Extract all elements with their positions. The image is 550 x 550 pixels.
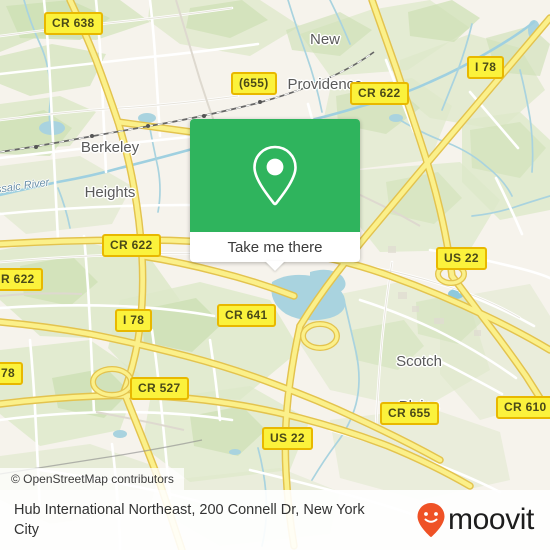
moovit-pin-smile-icon	[417, 503, 445, 537]
road-shield-cr-610[interactable]: CR 610	[496, 396, 550, 419]
map-screenshot: New Providence Berkeley Heights Scotch P…	[0, 0, 550, 550]
road-shield-cr-655[interactable]: CR 655	[380, 402, 439, 425]
place-address-title: Hub International Northeast, 200 Connell…	[14, 502, 365, 538]
road-shield-i-78-edge[interactable]: 78	[0, 362, 23, 385]
map-pin-icon	[253, 145, 297, 205]
road-shield-cr-622-n[interactable]: CR 622	[350, 82, 409, 105]
road-shield-us-22-s[interactable]: US 22	[262, 427, 313, 450]
road-shield-655[interactable]: (655)	[231, 72, 277, 95]
road-shield-cr-638[interactable]: CR 638	[44, 12, 103, 35]
take-me-there-label: Take me there	[227, 238, 323, 256]
card-pointer-tail	[265, 261, 285, 271]
moovit-branding[interactable]: moovit	[416, 502, 534, 538]
moovit-wordmark: moovit	[448, 503, 534, 536]
road-shield-cr-527[interactable]: CR 527	[130, 377, 189, 400]
road-shield-i-78-w[interactable]: I 78	[115, 309, 153, 332]
card-header	[190, 119, 360, 232]
card-footer[interactable]: Take me there	[190, 232, 360, 271]
map-canvas[interactable]: New Providence Berkeley Heights Scotch P…	[0, 0, 550, 550]
osm-attribution[interactable]: © OpenStreetMap contributors	[0, 468, 184, 490]
bottom-info-bar: Hub International Northeast, 200 Connell…	[0, 490, 550, 550]
road-shield-cr-622-edge[interactable]: R 622	[0, 268, 43, 291]
road-shield-cr-641[interactable]: CR 641	[217, 304, 276, 327]
road-shield-i-78-ne[interactable]: I 78	[467, 56, 505, 79]
road-shield-us-22-e[interactable]: US 22	[436, 247, 487, 270]
location-info-card[interactable]: Take me there	[190, 119, 360, 271]
road-shield-cr-622-w[interactable]: CR 622	[102, 234, 161, 257]
